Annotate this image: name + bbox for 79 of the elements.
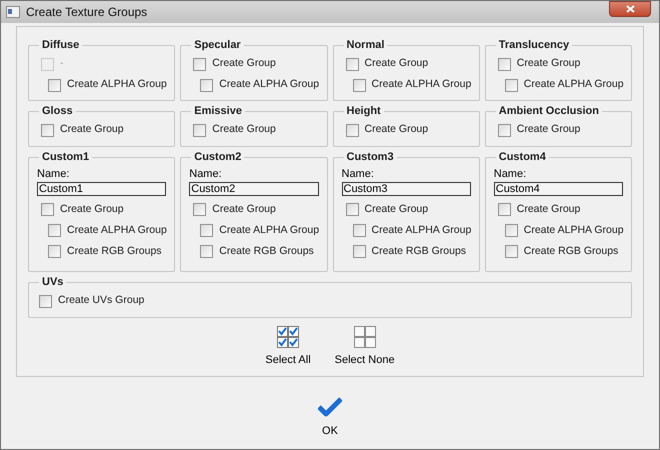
checkbox-label: Create Group (516, 56, 580, 72)
checkbox[interactable] (41, 124, 54, 136)
checkbox-label: Create ALPHA Group (524, 77, 624, 92)
ok-button[interactable]: OK (318, 396, 342, 439)
select-button[interactable]: Select All (263, 326, 313, 368)
group-title: Emissive (193, 104, 243, 119)
checkbox-label: Create ALPHA Group (372, 77, 472, 92)
group-title: Custom3 (346, 150, 395, 165)
checkbox[interactable] (504, 224, 518, 237)
checkbox-label: - (60, 56, 64, 72)
checkbox-label: Create Group (516, 122, 580, 138)
group-title: Translucency (498, 38, 570, 53)
checkbox-label: Create ALPHA Group (67, 222, 167, 238)
checkbox[interactable] (498, 124, 511, 136)
checkbox-label: Create Group (60, 202, 124, 217)
name-field[interactable]: Custom3 (342, 182, 471, 196)
name-field[interactable]: Custom2 (189, 182, 318, 196)
checkbox[interactable] (193, 124, 206, 136)
checkbox[interactable] (352, 224, 366, 237)
checkbox-label: Create RGB Groups (372, 244, 466, 259)
close-icon (626, 5, 634, 13)
checkbox-label: Create RGB Groups (524, 244, 618, 259)
checkbox[interactable] (504, 245, 518, 258)
group-title: Custom4 (498, 150, 547, 165)
checkbox[interactable] (200, 224, 214, 237)
field-label: Name: (342, 166, 375, 182)
checkbox-label: Create Group (212, 202, 276, 217)
group-title: UVs (41, 275, 64, 290)
field-label: Name: (494, 166, 528, 182)
checkbox-label: Create UVs Group (58, 293, 144, 308)
checkbox[interactable] (346, 124, 358, 136)
group-title: Specular (193, 38, 242, 53)
checkbox-label: Create ALPHA Group (67, 77, 167, 92)
close-button[interactable] (609, 1, 651, 17)
name-field[interactable]: Custom4 (494, 182, 623, 196)
checkbox-label: Create Group (212, 122, 276, 138)
checkbox[interactable] (193, 203, 206, 216)
group-title: Height (346, 104, 382, 119)
checkbox-label: Create Group (212, 56, 276, 72)
checkbox-label: Create ALPHA Group (372, 222, 472, 238)
checkbox[interactable] (352, 245, 366, 258)
checkbox[interactable] (352, 78, 366, 92)
checkbox-label: Create RGB Groups (219, 244, 314, 259)
checkbox-label: Create ALPHA Group (219, 77, 320, 92)
checkbox[interactable] (48, 224, 61, 237)
checkbox-label: Create Group (60, 122, 124, 138)
checkbox[interactable] (498, 203, 511, 216)
checkbox[interactable] (498, 58, 511, 70)
checkbox[interactable] (41, 203, 54, 216)
field-label: Name: (37, 166, 70, 182)
group-title: Normal (346, 38, 386, 53)
checkbox[interactable] (39, 294, 52, 308)
group-title: Custom2 (193, 150, 242, 165)
checkbox-label: Create Group (516, 202, 580, 217)
select-button[interactable]: Select None (332, 326, 397, 368)
app-icon (6, 6, 20, 18)
empty-boxes-icon (354, 326, 376, 348)
checkbox[interactable] (200, 245, 214, 258)
checkbox-label: Create Group (364, 122, 428, 138)
checkbox[interactable] (346, 203, 358, 216)
window-title: Create Texture Groups (26, 4, 148, 21)
checkbox[interactable] (48, 245, 61, 258)
checkbox[interactable] (504, 78, 518, 92)
group-title: Diffuse (41, 38, 80, 53)
group-title: Custom1 (41, 150, 90, 165)
checkmark-icon (318, 396, 342, 416)
checkbox-label: Create Group (364, 56, 428, 72)
checkbox-label: Create RGB Groups (67, 244, 162, 259)
group-title: Ambient Occlusion (498, 104, 600, 119)
checkbox-label: Create Group (364, 202, 428, 217)
checkbox[interactable] (200, 78, 214, 92)
name-field[interactable]: Custom1 (37, 182, 166, 196)
checked-boxes-icon (277, 326, 300, 348)
checkbox[interactable] (346, 58, 358, 70)
checkbox-label: Create ALPHA Group (524, 222, 624, 238)
checkbox-label: Create ALPHA Group (219, 222, 320, 238)
field-label: Name: (189, 166, 223, 182)
checkbox[interactable] (193, 58, 206, 70)
group-title: Gloss (41, 104, 74, 119)
